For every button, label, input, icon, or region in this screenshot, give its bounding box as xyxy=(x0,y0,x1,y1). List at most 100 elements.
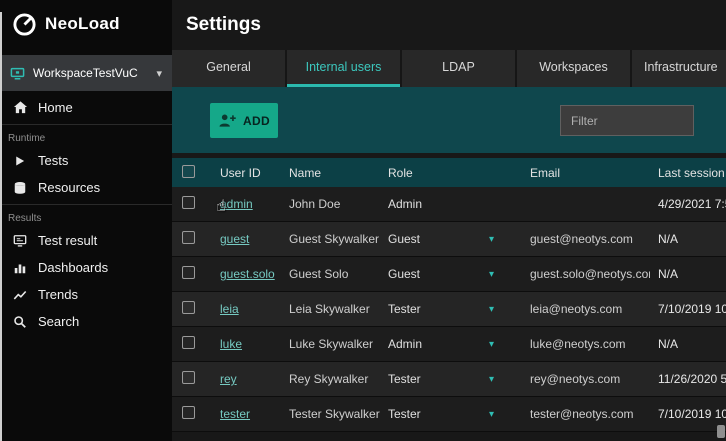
user-name: John Doe xyxy=(289,197,341,211)
sidebar-nav: Home Runtime Tests Resources Results Tes… xyxy=(0,94,172,335)
user-email: tester@neotys.com xyxy=(530,407,634,421)
table-row: guest.solo Guest Solo Guest ▾ guest.solo… xyxy=(172,257,726,292)
sidebar-item-dashboards[interactable]: Dashboards xyxy=(0,254,172,281)
bar-chart-icon xyxy=(12,261,28,275)
role-dropdown-icon[interactable]: ▾ xyxy=(489,304,494,315)
role-value: Tester xyxy=(388,302,421,316)
role-dropdown-icon[interactable]: ▾ xyxy=(489,409,494,420)
scrollbar-thumb[interactable] xyxy=(717,425,725,438)
last-session: 7/10/2019 10: xyxy=(658,407,726,421)
sidebar-item-tests[interactable]: Tests xyxy=(0,147,172,174)
database-icon xyxy=(12,181,28,195)
tab-workspaces[interactable]: Workspaces xyxy=(517,50,630,87)
divider xyxy=(0,124,172,125)
last-session: N/A xyxy=(658,232,679,246)
user-id-link[interactable]: tester xyxy=(220,407,250,421)
column-header-role: Role xyxy=(388,165,413,180)
user-email: guest.solo@neotys.com xyxy=(530,267,650,281)
role-value: Admin xyxy=(388,197,423,211)
user-id-link[interactable]: guest xyxy=(220,232,249,246)
neoload-logo-icon xyxy=(13,12,36,36)
user-id-link[interactable]: leia xyxy=(220,302,239,316)
sidebar-item-trends[interactable]: Trends xyxy=(0,281,172,308)
sidebar-item-label: Test result xyxy=(38,233,98,248)
row-checkbox[interactable] xyxy=(182,406,195,419)
role-value: Admin xyxy=(388,337,423,351)
table-row: luke Luke Skywalker Admin ▾ luke@neotys.… xyxy=(172,327,726,362)
table-row: leia Leia Skywalker Tester ▾ leia@neotys… xyxy=(172,292,726,327)
home-icon xyxy=(12,100,28,115)
column-header-user-id: User ID xyxy=(220,165,261,180)
row-checkbox[interactable] xyxy=(182,371,195,384)
role-dropdown-icon[interactable]: ▾ xyxy=(489,269,494,280)
sidebar-item-resources[interactable]: Resources xyxy=(0,174,172,201)
tab-internal-users[interactable]: Internal users xyxy=(287,50,400,87)
user-name: Luke Skywalker xyxy=(289,337,374,351)
user-name: Guest Skywalker xyxy=(289,232,380,246)
user-name: Rey Skywalker xyxy=(289,372,369,386)
users-table-body: admin John Doe Admin 4/29/2021 7:5 guest… xyxy=(172,187,726,432)
tab-ldap[interactable]: LDAP xyxy=(402,50,515,87)
column-header-email: Email xyxy=(530,165,561,180)
users-toolbar: ADD xyxy=(172,87,726,153)
sidebar-item-label: Resources xyxy=(38,180,101,195)
role-dropdown-icon[interactable]: ▾ xyxy=(489,234,494,245)
tab-general[interactable]: General xyxy=(172,50,285,87)
sidebar-item-search[interactable]: Search xyxy=(0,308,172,335)
row-checkbox[interactable] xyxy=(182,231,195,244)
monitor-icon xyxy=(12,234,28,248)
main-panel: Settings General Internal users LDAP Wor… xyxy=(172,0,726,441)
user-id-link[interactable]: admin xyxy=(220,197,253,211)
app-logo-text: NeoLoad xyxy=(45,14,120,33)
search-icon xyxy=(12,315,28,329)
last-session: 7/10/2019 10: xyxy=(658,302,726,316)
workspace-selector[interactable]: WorkspaceTestVuC ▾ xyxy=(0,55,172,91)
user-email: luke@neotys.com xyxy=(530,337,626,351)
tab-infrastructure[interactable]: Infrastructure xyxy=(632,50,726,87)
row-checkbox[interactable] xyxy=(182,196,195,209)
section-label-runtime: Runtime xyxy=(8,133,46,144)
user-email: rey@neotys.com xyxy=(530,372,621,386)
table-row: rey Rey Skywalker Tester ▾ rey@neotys.co… xyxy=(172,362,726,397)
sidebar-item-test-result[interactable]: Test result xyxy=(0,227,172,254)
sidebar-item-label: Trends xyxy=(38,287,78,302)
role-value: Tester xyxy=(388,407,421,421)
table-header: User ID Name Role Email Last session xyxy=(172,158,726,187)
app-window: NeoLoad WorkspaceTestVuC ▾ Home Runtime xyxy=(0,0,726,441)
sidebar-item-label: Tests xyxy=(38,153,69,168)
page-header: Settings xyxy=(172,0,726,50)
row-checkbox[interactable] xyxy=(182,266,195,279)
role-dropdown-icon[interactable]: ▾ xyxy=(489,339,494,350)
play-icon xyxy=(12,155,28,167)
row-checkbox[interactable] xyxy=(182,301,195,314)
sidebar-item-label: Home xyxy=(38,100,73,115)
add-user-label: ADD xyxy=(243,113,270,128)
last-session: N/A xyxy=(658,267,679,281)
trend-line-icon xyxy=(12,288,28,302)
section-label-results: Results xyxy=(8,213,42,224)
user-name: Guest Solo xyxy=(289,267,349,281)
user-id-link[interactable]: luke xyxy=(220,337,242,351)
role-dropdown-icon[interactable]: ▾ xyxy=(489,374,494,385)
row-checkbox[interactable] xyxy=(182,336,195,349)
divider xyxy=(0,204,172,205)
sidebar-item-home[interactable]: Home xyxy=(0,94,172,121)
table-row: tester Tester Skywalker Tester ▾ tester@… xyxy=(172,397,726,432)
user-id-link[interactable]: rey xyxy=(220,372,237,386)
filter-input[interactable] xyxy=(560,105,694,136)
workspace-label: WorkspaceTestVuC xyxy=(33,66,138,80)
add-user-button[interactable]: ADD xyxy=(210,103,278,138)
role-value: Tester xyxy=(388,372,421,386)
page-title: Settings xyxy=(186,14,261,35)
table-row: guest Guest Skywalker Guest ▾ guest@neot… xyxy=(172,222,726,257)
user-id-link[interactable]: guest.solo xyxy=(220,267,275,281)
column-header-last-session: Last session xyxy=(658,165,725,180)
last-session: 11/26/2020 5: xyxy=(658,372,726,386)
user-name: Tester Skywalker xyxy=(289,407,380,421)
sidebar-item-label: Dashboards xyxy=(38,260,109,275)
last-session: N/A xyxy=(658,337,679,351)
settings-tabs: General Internal users LDAP Workspaces I… xyxy=(172,50,726,87)
window-edge xyxy=(0,12,2,441)
table-row: admin John Doe Admin 4/29/2021 7:5 xyxy=(172,187,726,222)
select-all-checkbox[interactable] xyxy=(182,164,195,178)
